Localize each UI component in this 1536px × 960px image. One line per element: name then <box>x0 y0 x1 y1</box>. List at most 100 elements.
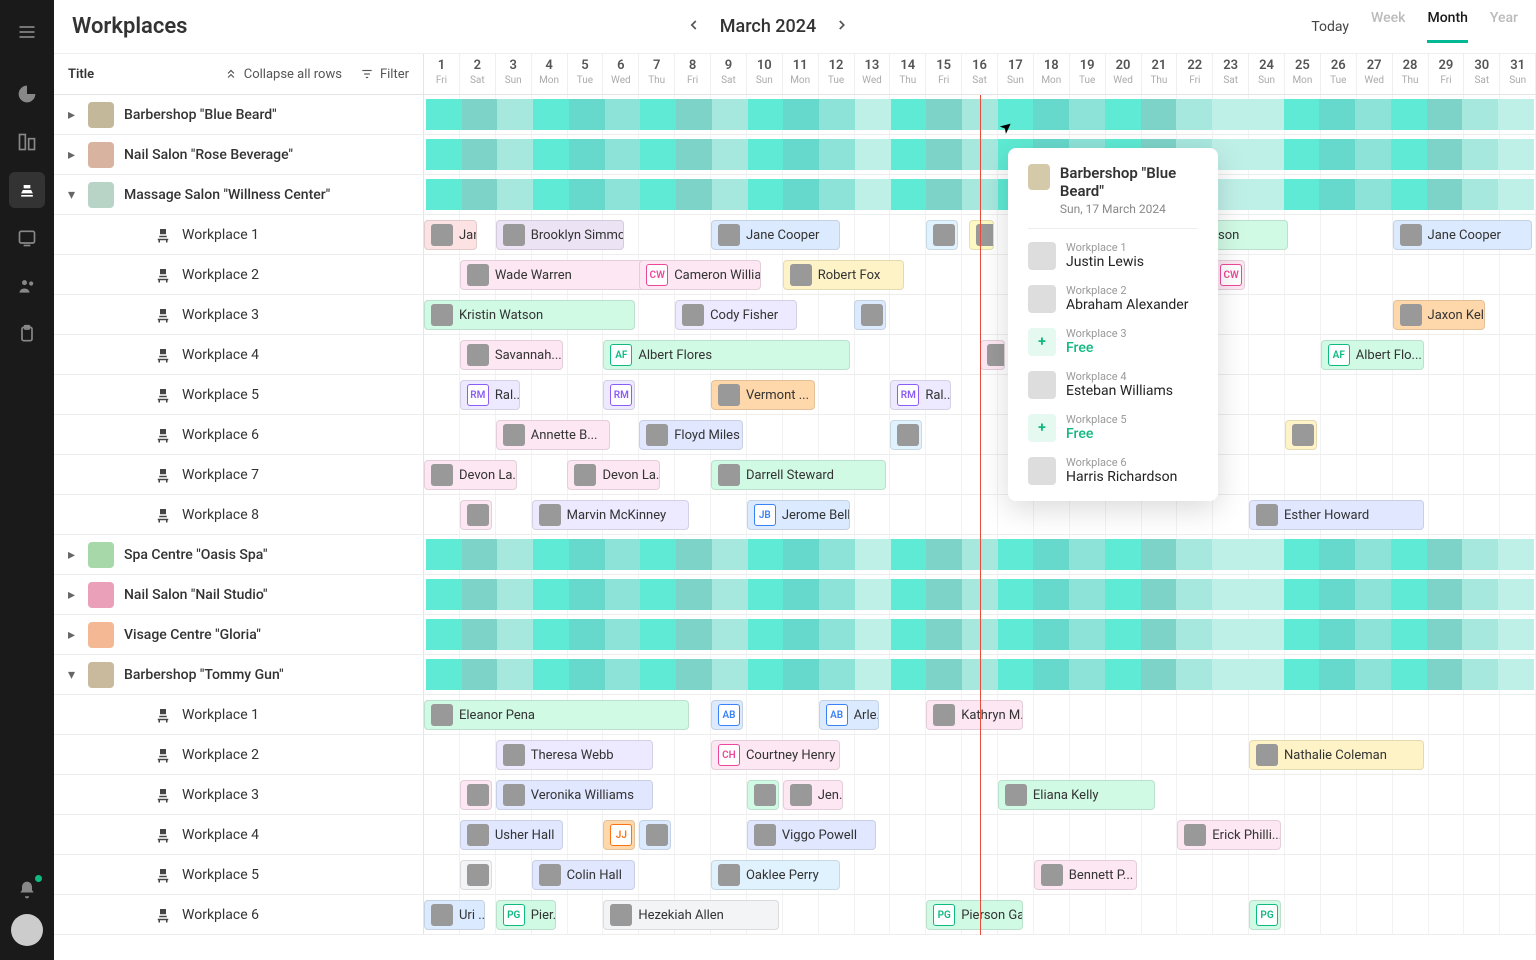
schedule-event[interactable]: PGPier... <box>496 900 557 930</box>
schedule-event[interactable] <box>460 780 492 810</box>
group-row[interactable]: ▸ Barbershop "Blue Beard" <box>54 95 424 134</box>
schedule-event[interactable]: Darrell Steward <box>711 460 886 490</box>
group-row[interactable]: ▸ Spa Centre "Oasis Spa" <box>54 535 424 574</box>
day-header[interactable]: 20Wed <box>1106 54 1142 94</box>
schedule-event[interactable]: Jane Cooper <box>1393 220 1532 250</box>
collapse-all-button[interactable]: Collapse all rows <box>224 67 342 82</box>
day-header[interactable]: 8Fri <box>675 54 711 94</box>
schedule-event[interactable]: JBJerome Bell <box>747 500 851 530</box>
notifications-icon[interactable] <box>9 872 45 908</box>
day-header[interactable]: 25Mon <box>1285 54 1321 94</box>
day-header[interactable]: 11Mon <box>783 54 819 94</box>
schedule-event[interactable]: RM <box>603 380 635 410</box>
schedule-event[interactable] <box>854 300 886 330</box>
day-header[interactable]: 4Mon <box>532 54 568 94</box>
day-header[interactable]: 26Tue <box>1321 54 1357 94</box>
feedback-icon[interactable] <box>9 220 45 256</box>
schedule-event[interactable]: Veronika Williams <box>496 780 653 810</box>
schedule-event[interactable]: Eliana Kelly <box>998 780 1155 810</box>
schedule-event[interactable]: Oaklee Perry <box>711 860 840 890</box>
day-header[interactable]: 13Wed <box>855 54 891 94</box>
schedule-event[interactable]: AFAlbert Flo... <box>1321 340 1425 370</box>
workplace-row[interactable]: Workplace 1 <box>54 695 424 734</box>
chevron-right-icon[interactable]: ▸ <box>68 547 78 563</box>
schedule-event[interactable]: Devon La... <box>567 460 660 490</box>
schedule-event[interactable]: Nathalie Coleman <box>1249 740 1424 770</box>
day-header[interactable]: 7Thu <box>639 54 675 94</box>
chevron-right-icon[interactable]: ▸ <box>68 147 78 163</box>
schedule-event[interactable]: RMRal... <box>460 380 521 410</box>
schedule-event[interactable]: Esther Howard <box>1249 500 1424 530</box>
prev-month-button[interactable] <box>686 17 702 37</box>
day-header[interactable]: 31Sun <box>1500 54 1536 94</box>
group-row[interactable]: ▸ Nail Salon "Rose Beverage" <box>54 135 424 174</box>
workplace-row[interactable]: Workplace 4 <box>54 815 424 854</box>
schedule-event[interactable]: RMRal... <box>890 380 951 410</box>
day-header[interactable]: 27Wed <box>1357 54 1393 94</box>
schedule-event[interactable]: Bennett P... <box>1034 860 1138 890</box>
day-header[interactable]: 9Sat <box>711 54 747 94</box>
chevron-down-icon[interactable]: ▾ <box>68 667 78 683</box>
view-tab-month[interactable]: Month <box>1427 10 1467 43</box>
schedule-event[interactable]: Jane Cooper <box>711 220 840 250</box>
schedule-event[interactable]: Eleanor Pena <box>424 700 689 730</box>
day-header[interactable]: 23Sat <box>1213 54 1249 94</box>
schedule-event[interactable]: Hezekiah Allen <box>603 900 778 930</box>
schedule-event[interactable] <box>980 340 1005 370</box>
clipboard-icon[interactable] <box>9 316 45 352</box>
day-header[interactable]: 14Thu <box>890 54 926 94</box>
schedule-event[interactable]: Robert Fox <box>783 260 905 290</box>
day-header[interactable]: 1Fri <box>424 54 460 94</box>
buildings-icon[interactable] <box>9 124 45 160</box>
day-header[interactable]: 29Fri <box>1429 54 1465 94</box>
schedule-event[interactable]: Jaxon Kelly <box>1393 300 1486 330</box>
schedule-event[interactable]: Kathryn M... <box>926 700 1022 730</box>
schedule-event[interactable] <box>460 500 492 530</box>
schedule-event[interactable]: JJ <box>603 820 635 850</box>
group-row[interactable]: ▸ Visage Centre "Gloria" <box>54 615 424 654</box>
schedule-event[interactable] <box>1285 420 1317 450</box>
workplace-row[interactable]: Workplace 5 <box>54 375 424 414</box>
day-header[interactable]: 10Sun <box>747 54 783 94</box>
workplace-row[interactable]: Workplace 5 <box>54 855 424 894</box>
schedule-event[interactable] <box>890 420 922 450</box>
day-header[interactable]: 15Fri <box>926 54 962 94</box>
workplace-row[interactable]: Workplace 1 <box>54 215 424 254</box>
chevron-right-icon[interactable]: ▸ <box>68 627 78 643</box>
schedule-event[interactable]: Uri ... <box>424 900 485 930</box>
today-button[interactable]: Today <box>1311 19 1349 35</box>
day-header[interactable]: 24Sun <box>1249 54 1285 94</box>
workplace-row[interactable]: Workplace 7 <box>54 455 424 494</box>
workplace-row[interactable]: Workplace 2 <box>54 735 424 774</box>
schedule-event[interactable]: CHCourtney Henry <box>711 740 840 770</box>
chevron-down-icon[interactable]: ▾ <box>68 187 78 203</box>
group-row[interactable]: ▸ Nail Salon "Nail Studio" <box>54 575 424 614</box>
day-header[interactable]: 2Sat <box>460 54 496 94</box>
workplace-row[interactable]: Workplace 2 <box>54 255 424 294</box>
day-header[interactable]: 30Sat <box>1464 54 1500 94</box>
schedule-event[interactable]: Colin Hall <box>532 860 636 890</box>
next-month-button[interactable] <box>834 17 850 37</box>
schedule-event[interactable]: Devon La... <box>424 460 517 490</box>
group-row[interactable]: ▾ Barbershop "Tommy Gun" <box>54 655 424 694</box>
day-header[interactable]: 21Thu <box>1142 54 1178 94</box>
filter-button[interactable]: Filter <box>360 67 409 82</box>
day-header[interactable]: 16Sat <box>962 54 998 94</box>
chevron-right-icon[interactable]: ▸ <box>68 587 78 603</box>
day-header[interactable]: 22Fri <box>1177 54 1213 94</box>
day-header[interactable]: 17Sun <box>998 54 1034 94</box>
workplace-row[interactable]: Workplace 3 <box>54 295 424 334</box>
schedule-event[interactable]: Erick Philli... <box>1177 820 1281 850</box>
workplace-row[interactable]: Workplace 3 <box>54 775 424 814</box>
workplace-row[interactable]: Workplace 8 <box>54 495 424 534</box>
schedule-event[interactable]: Jen... <box>783 780 844 810</box>
group-row[interactable]: ▾ Massage Salon "Willness Center" <box>54 175 424 214</box>
day-header[interactable]: 28Thu <box>1393 54 1429 94</box>
chevron-right-icon[interactable]: ▸ <box>68 107 78 123</box>
schedule-event[interactable]: Floyd Miles <box>639 420 743 450</box>
schedule-event[interactable]: PGPierson Ga... <box>926 900 1022 930</box>
menu-icon[interactable] <box>9 14 45 50</box>
view-tab-week[interactable]: Week <box>1371 10 1405 43</box>
schedule-event[interactable]: AB <box>711 700 743 730</box>
view-tab-year[interactable]: Year <box>1490 10 1518 43</box>
